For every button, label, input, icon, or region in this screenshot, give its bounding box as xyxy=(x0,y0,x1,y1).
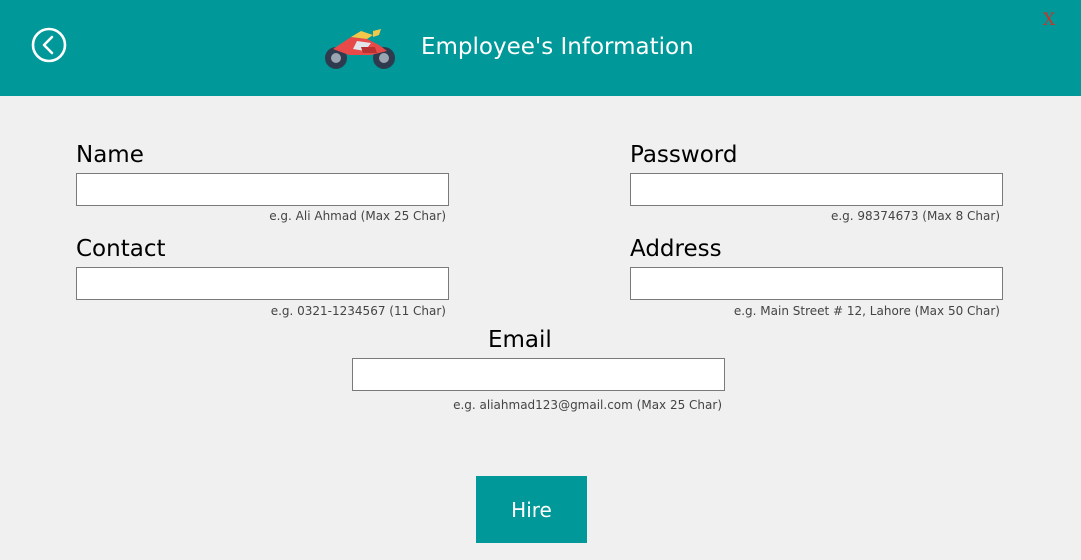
logo xyxy=(321,25,399,71)
password-input[interactable] xyxy=(630,173,1003,206)
contact-label: Contact xyxy=(76,236,166,262)
address-input[interactable] xyxy=(630,267,1003,300)
name-label: Name xyxy=(76,142,144,168)
back-icon xyxy=(31,27,67,63)
address-label: Address xyxy=(630,236,722,262)
email-label: Email xyxy=(488,327,552,353)
title-bar: Employee's Information X xyxy=(0,0,1081,96)
contact-hint: e.g. 0321-1234567 (11 Char) xyxy=(270,304,446,318)
contact-input[interactable] xyxy=(76,267,449,300)
email-input[interactable] xyxy=(352,358,725,391)
password-label: Password xyxy=(630,142,738,168)
name-hint: e.g. Ali Ahmad (Max 25 Char) xyxy=(269,209,446,223)
address-hint: e.g. Main Street # 12, Lahore (Max 50 Ch… xyxy=(733,304,1000,318)
close-button[interactable]: X xyxy=(1043,10,1055,30)
password-hint: e.g. 98374673 (Max 8 Char) xyxy=(830,209,1000,223)
motorcycle-icon xyxy=(325,29,395,69)
email-hint: e.g. aliahmad123@gmail.com (Max 25 Char) xyxy=(453,398,722,412)
back-button[interactable] xyxy=(31,27,67,63)
name-input[interactable] xyxy=(76,173,449,206)
hire-button[interactable]: Hire xyxy=(476,476,587,543)
page-title: Employee's Information xyxy=(421,34,694,60)
